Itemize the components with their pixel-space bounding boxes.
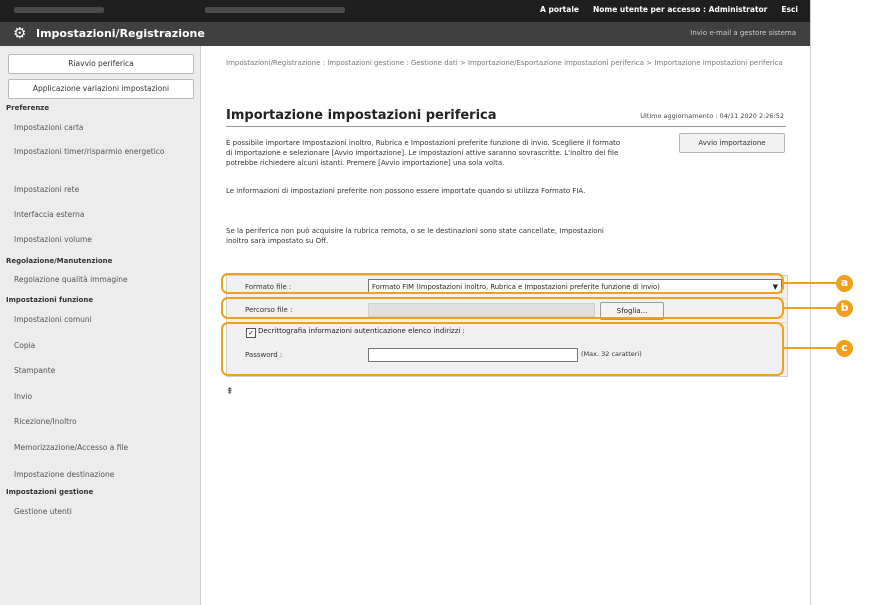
sidebar-item-volume[interactable]: Impostazioni volume bbox=[14, 234, 184, 245]
login-user-label: Nome utente per accesso : Administrator bbox=[592, 5, 768, 14]
sidebar-item-copy[interactable]: Copia bbox=[14, 340, 184, 351]
callout-box-b bbox=[221, 297, 784, 319]
sidebar-item-send[interactable]: Invio bbox=[14, 391, 184, 402]
sidebar-item-timer[interactable]: Impostazioni timer/risparmio energetico bbox=[14, 146, 184, 157]
callout-line-a bbox=[784, 282, 836, 284]
sidebar-item-receive-forward[interactable]: Ricezione/Inoltro bbox=[14, 416, 184, 427]
scroll-to-top-icon[interactable]: ⇞ bbox=[226, 387, 234, 397]
logout-link[interactable]: Esci bbox=[781, 5, 798, 14]
sidebar-item-user-management[interactable]: Gestione utenti bbox=[14, 506, 184, 517]
sidebar-item-paper[interactable]: Impostazioni carta bbox=[14, 122, 184, 133]
breadcrumb: Impostazioni/Registrazione : Impostazion… bbox=[226, 59, 783, 67]
top-links: A portale Nome utente per accesso : Admi… bbox=[540, 5, 798, 14]
restart-device-button[interactable]: Riavvio periferica bbox=[8, 54, 194, 74]
sidebar-category-management: Impostazioni gestione bbox=[6, 488, 94, 496]
remote-address-note: Se la periferica non può acquisire la ru… bbox=[226, 227, 604, 245]
fia-note: Le informazioni di impostazioni preferit… bbox=[226, 187, 586, 195]
top-bar: A portale Nome utente per accesso : Admi… bbox=[0, 0, 810, 22]
redacted-host bbox=[14, 7, 104, 13]
redacted-address bbox=[205, 7, 345, 13]
callout-line-c bbox=[784, 347, 836, 349]
callout-box-a bbox=[221, 273, 784, 294]
app-title: Impostazioni/Registrazione bbox=[36, 27, 205, 40]
start-import-button[interactable]: Avvio importazione bbox=[679, 133, 785, 153]
sidebar-item-network[interactable]: Impostazioni rete bbox=[14, 184, 184, 195]
callout-b: b bbox=[836, 300, 853, 317]
sidebar-item-destination[interactable]: Impostazione destinazione bbox=[14, 469, 184, 480]
sidebar-item-image-quality[interactable]: Regolazione qualità immagine bbox=[14, 274, 184, 285]
callout-line-b bbox=[784, 307, 836, 309]
title-bar: ⚙ Impostazioni/Registrazione Invio e-mai… bbox=[0, 22, 810, 46]
callout-box-c bbox=[221, 322, 784, 376]
sidebar-item-printer[interactable]: Stampante bbox=[14, 365, 184, 376]
description-text: È possibile importare Impostazioni inolt… bbox=[226, 139, 621, 167]
apply-changes-button[interactable]: Applicazione variazioni impostazioni bbox=[8, 79, 194, 99]
last-updated: Ultimo aggiornamento : 04/11 2020 2:26:5… bbox=[640, 112, 784, 120]
sidebar-item-external-interface[interactable]: Interfaccia esterna bbox=[14, 209, 184, 220]
sidebar: Riavvio periferica Applicazione variazio… bbox=[0, 46, 201, 605]
sidebar-category-preferences: Preferenze bbox=[6, 104, 50, 112]
mail-admin-link[interactable]: Invio e-mail a gestore sistema bbox=[690, 29, 796, 37]
sidebar-category-adjustment: Regolazione/Manutenzione bbox=[6, 257, 113, 265]
gear-icon: ⚙ bbox=[13, 24, 27, 42]
callout-a: a bbox=[836, 275, 853, 292]
title-divider bbox=[226, 126, 786, 127]
sidebar-item-store-access[interactable]: Memorizzazione/Accesso a file bbox=[14, 442, 184, 453]
page-title: Importazione impostazioni periferica bbox=[226, 108, 497, 123]
callout-c: c bbox=[836, 340, 853, 357]
portal-link[interactable]: A portale bbox=[540, 5, 579, 14]
sidebar-category-functions: Impostazioni funzione bbox=[6, 296, 94, 304]
sidebar-item-common[interactable]: Impostazioni comuni bbox=[14, 314, 184, 325]
